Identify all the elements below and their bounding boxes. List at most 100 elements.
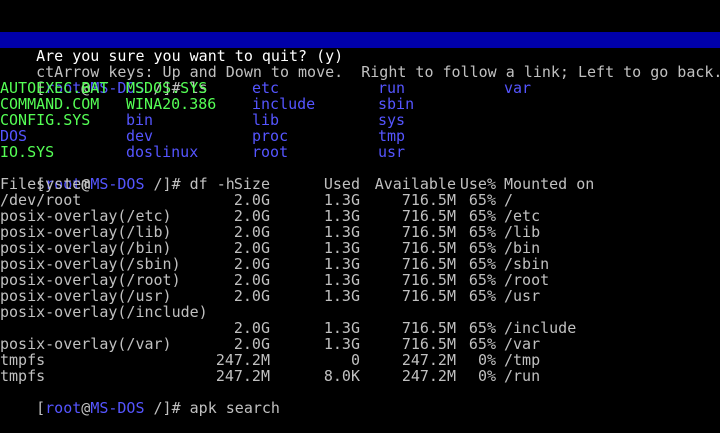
df-available: 716.5M [401, 207, 456, 225]
directory-entry: doslinux [126, 143, 199, 161]
df-filesystem: tmpfs [0, 367, 46, 385]
df-filesystem: posix-overlay(/etc) [0, 207, 172, 225]
df-filesystem: posix-overlay(/include) [0, 303, 208, 321]
df-size: 2.0G [233, 287, 270, 305]
df-use-percent: 0% [477, 351, 496, 369]
df-row: posix-overlay(/root) 2.0G 1.3G 716.5M 65% /ro… [0, 272, 720, 288]
df-available: 716.5M [401, 255, 456, 273]
file-entry: IO.SYS [0, 143, 55, 161]
df-filesystem: posix-overlay(/sbin) [0, 255, 181, 273]
directory-entry: run [378, 79, 406, 97]
quit-confirmation-banner[interactable]: Are you sure you want to quit? (y) [0, 32, 720, 64]
ls-row: COMMAND.COM WINA20.386 include sbin [0, 96, 720, 112]
file-entry: MSDOS.SYS [126, 79, 208, 97]
file-entry: CONFIG.SYS [0, 111, 91, 129]
prompt-line-apk[interactable]: [root@MS-DOS /]# apk search [0, 384, 720, 416]
file-entry: WINA20.386 [126, 95, 217, 113]
df-filesystem: tmpfs [0, 351, 46, 369]
df-size: 2.0G [233, 207, 270, 225]
df-available: 716.5M [401, 191, 456, 209]
directory-entry: sys [378, 111, 406, 129]
directory-entry: DOS [0, 127, 28, 145]
df-row: posix-overlay(/include) [0, 304, 720, 320]
df-used: 1.3G [323, 287, 360, 305]
ls-output: AUTOEXEC.BAT MSDOS.SYS etc run var COMMAND.CO… [0, 80, 720, 160]
df-used: 1.3G [323, 271, 360, 289]
file-entry: COMMAND.COM [0, 95, 100, 113]
df-filesystem: posix-overlay(/lib) [0, 223, 172, 241]
df-use-percent: 65% [468, 271, 496, 289]
df-mount-point: /root [504, 271, 550, 289]
prompt-line-ls: [root@MS-DOS /]# ls [0, 64, 720, 96]
df-used: 1.3G [323, 255, 360, 273]
terminal-window[interactable]: Are you sure you want to quit? (y) ctArr… [0, 0, 720, 416]
directory-entry: tmp [378, 127, 406, 145]
df-size: 2.0G [233, 319, 270, 337]
df-available: 247.2M [401, 367, 456, 385]
directory-entry: lib [252, 111, 280, 129]
df-use-percent: 65% [468, 287, 496, 305]
df-use-percent: 65% [468, 191, 496, 209]
df-row: posix-overlay(/sbin) 2.0G 1.3G 716.5M 65% /sb… [0, 256, 720, 272]
df-row: tmpfs 247.2M 0 247.2M 0% /tmp [0, 352, 720, 368]
df-filesystem: posix-overlay(/root) [0, 271, 181, 289]
df-header-used: Used [323, 175, 360, 193]
directory-entry: root [252, 143, 289, 161]
df-header-use-percent: Use% [459, 175, 496, 193]
df-use-percent: 65% [468, 335, 496, 353]
df-row: posix-overlay(/lib) 2.0G 1.3G 716.5M 65% /lib [0, 224, 720, 240]
directory-entry: dev [126, 127, 154, 145]
directory-entry: etc [252, 79, 280, 97]
df-available: 247.2M [401, 351, 456, 369]
df-use-percent: 65% [468, 255, 496, 273]
df-row: posix-overlay(/usr) 2.0G 1.3G 716.5M 65% /usr [0, 288, 720, 304]
prompt-at: @ [81, 399, 91, 417]
df-use-percent: 65% [468, 319, 496, 337]
prompt-host: MS-DOS [90, 399, 145, 417]
df-mount-point: /bin [504, 239, 541, 257]
prompt-open-bracket: [ [36, 399, 46, 417]
df-available: 716.5M [401, 271, 456, 289]
df-used: 1.3G [323, 191, 360, 209]
df-available: 716.5M [401, 319, 456, 337]
ls-row: DOS dev proc tmp [0, 128, 720, 144]
df-output: /dev/root 2.0G 1.3G 716.5M 65% / posix-overlay… [0, 192, 720, 384]
df-size: 2.0G [233, 271, 270, 289]
df-mount-point: /include [504, 319, 577, 337]
df-available: 716.5M [401, 335, 456, 353]
df-size: 247.2M [215, 351, 270, 369]
df-size: 2.0G [233, 191, 270, 209]
file-entry: AUTOEXEC.BAT [0, 79, 109, 97]
df-use-percent: 65% [468, 239, 496, 257]
df-header: Filesystem Size Used Available Use% Moun… [0, 176, 720, 192]
df-mount-point: /run [504, 367, 541, 385]
df-row: /dev/root 2.0G 1.3G 716.5M 65% / [0, 192, 720, 208]
df-used: 1.3G [323, 223, 360, 241]
prompt-path: /]# [144, 399, 190, 417]
df-header-mounted-on: Mounted on [504, 175, 595, 193]
command-input[interactable]: apk search [190, 399, 280, 417]
df-filesystem: posix-overlay(/var) [0, 335, 172, 353]
directory-entry: include [252, 95, 316, 113]
df-used: 1.3G [323, 335, 360, 353]
df-size: 2.0G [233, 223, 270, 241]
df-size: 247.2M [215, 367, 270, 385]
df-mount-point: / [504, 191, 514, 209]
df-mount-point: /tmp [504, 351, 541, 369]
df-available: 716.5M [401, 223, 456, 241]
df-filesystem: /dev/root [0, 191, 82, 209]
df-mount-point: /lib [504, 223, 541, 241]
df-mount-point: /var [504, 335, 541, 353]
df-size: 2.0G [233, 335, 270, 353]
help-line: ctArrow keys: Up and Down to move. Right… [0, 48, 720, 80]
df-filesystem: posix-overlay(/bin) [0, 239, 172, 257]
prompt-user: root [45, 399, 82, 417]
df-size: 2.0G [233, 255, 270, 273]
directory-entry: usr [378, 143, 406, 161]
df-use-percent: 65% [468, 223, 496, 241]
df-row: posix-overlay(/var) 2.0G 1.3G 716.5M 65% /var [0, 336, 720, 352]
df-row: tmpfs 247.2M 8.0K 247.2M 0% /run [0, 368, 720, 384]
ls-row: IO.SYS doslinux root usr [0, 144, 720, 160]
df-mount-point: /usr [504, 287, 541, 305]
ls-row: CONFIG.SYS bin lib sys [0, 112, 720, 128]
